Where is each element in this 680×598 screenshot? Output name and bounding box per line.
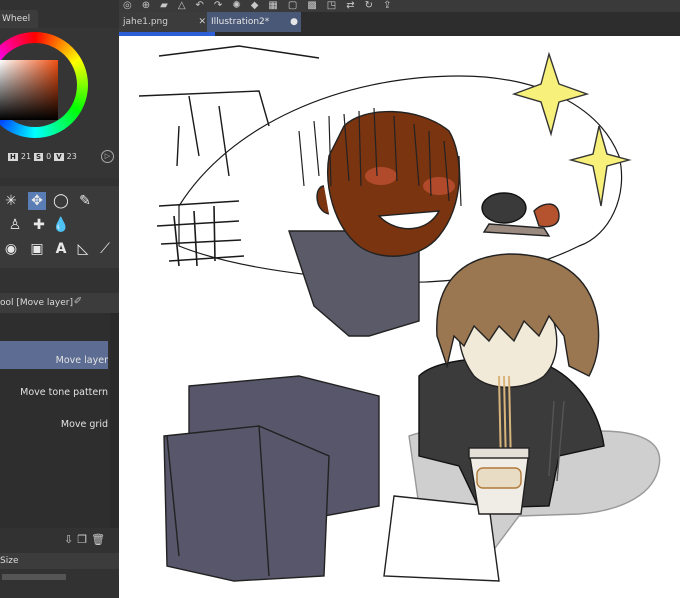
value-key: V: [54, 152, 64, 161]
tab-illustration2[interactable]: Illustration2* ●: [207, 12, 301, 32]
command-bar: ◎ ⊕ ▰ △ ↶ ↷ ✺ ◆ ▦ ▢ ▩ ◳ ⇄ ↻ ⇪: [119, 0, 680, 12]
size-property-label: Size: [0, 553, 119, 569]
subtool-menu-icon[interactable]: ✐: [70, 296, 86, 310]
value-value: 23: [66, 152, 77, 161]
tab-jahe1[interactable]: jahe1.png ✕: [119, 12, 209, 32]
color-wheel-tab[interactable]: Wheel: [0, 10, 38, 28]
size-slider[interactable]: [2, 574, 66, 580]
subtool-move-grid[interactable]: Move grid: [0, 405, 108, 433]
text-icon[interactable]: A: [52, 240, 70, 258]
redo-icon[interactable]: ↷: [214, 0, 222, 12]
eyedropper-icon[interactable]: ✎: [76, 192, 94, 210]
hue-key: H: [8, 152, 18, 161]
rotate-icon[interactable]: ↻: [365, 0, 373, 12]
triangle-ruler-icon[interactable]: ◺: [74, 240, 92, 258]
transform-icon[interactable]: ▢: [288, 0, 297, 12]
export-icon[interactable]: ⇪: [383, 0, 391, 12]
flip-icon[interactable]: ⇄: [346, 0, 354, 12]
fill-icon[interactable]: ✚: [30, 216, 48, 234]
grid-icon[interactable]: ▩: [307, 0, 316, 12]
ruler-icon[interactable]: ◳: [327, 0, 336, 12]
folder-icon[interactable]: ▰: [160, 0, 168, 12]
hue-value: 21: [20, 152, 32, 161]
move-icon[interactable]: ✥: [28, 192, 46, 210]
subtool-list: Move layer Move tone pattern Move grid: [0, 313, 119, 528]
eraser-icon[interactable]: ◆: [251, 0, 259, 12]
subtool-move-layer[interactable]: Move layer: [0, 341, 108, 369]
close-icon[interactable]: ✕: [198, 12, 206, 32]
fill-bucket-icon[interactable]: 💧: [52, 216, 70, 234]
color-mode-toggle-icon[interactable]: ▷: [101, 150, 114, 163]
new-icon[interactable]: ◎: [123, 0, 132, 12]
tab-label: Illustration2*: [211, 17, 270, 27]
lasso-icon[interactable]: ◯: [52, 192, 70, 210]
saturation-key: S: [34, 152, 44, 161]
illustration: [138, 45, 661, 582]
pen-icon[interactable]: ♙: [6, 216, 24, 234]
clear-icon[interactable]: ✺: [232, 0, 240, 12]
trash-icon[interactable]: 🗑: [91, 533, 105, 546]
saturation-value: 0: [46, 152, 52, 161]
hsv-readout: H 21 S 0 V 23: [8, 152, 77, 161]
sparkle-icon[interactable]: ✳: [2, 192, 20, 210]
brush-icon[interactable]: ⟋: [96, 240, 114, 258]
document-tabs: jahe1.png ✕ Illustration2* ●: [119, 12, 680, 32]
duplicate-icon[interactable]: ❐: [77, 533, 87, 546]
left-panel: Wheel H 21 S 0 V 23 ▷ ✳ ✥ ◯ ✎ ♙ ✚ 💧 ◉ ▣ …: [0, 0, 119, 598]
tool-palette: ✳ ✥ ◯ ✎ ♙ ✚ 💧 ◉ ▣ A ◺ ⟋: [0, 186, 119, 268]
subtool-scrollbar[interactable]: [110, 313, 119, 528]
subtool-move-tone-pattern[interactable]: Move tone pattern: [0, 373, 108, 401]
save-icon[interactable]: △: [178, 0, 186, 12]
open-icon[interactable]: ⊕: [142, 0, 150, 12]
unsaved-dot-icon[interactable]: ●: [290, 12, 298, 32]
subtool-header: ool [Move layer]: [0, 293, 119, 313]
drawing-canvas[interactable]: [119, 36, 680, 598]
spiral-icon[interactable]: ◉: [2, 240, 20, 258]
fill-selection-icon[interactable]: ▦: [268, 0, 277, 12]
saturation-value-square[interactable]: [0, 60, 58, 120]
import-icon[interactable]: ⇩: [64, 533, 73, 546]
subtool-actions: ⇩ ❐ 🗑: [64, 533, 105, 546]
layer-frame-icon[interactable]: ▣: [28, 240, 46, 258]
tab-label: jahe1.png: [123, 17, 168, 27]
undo-icon[interactable]: ↶: [196, 0, 204, 12]
